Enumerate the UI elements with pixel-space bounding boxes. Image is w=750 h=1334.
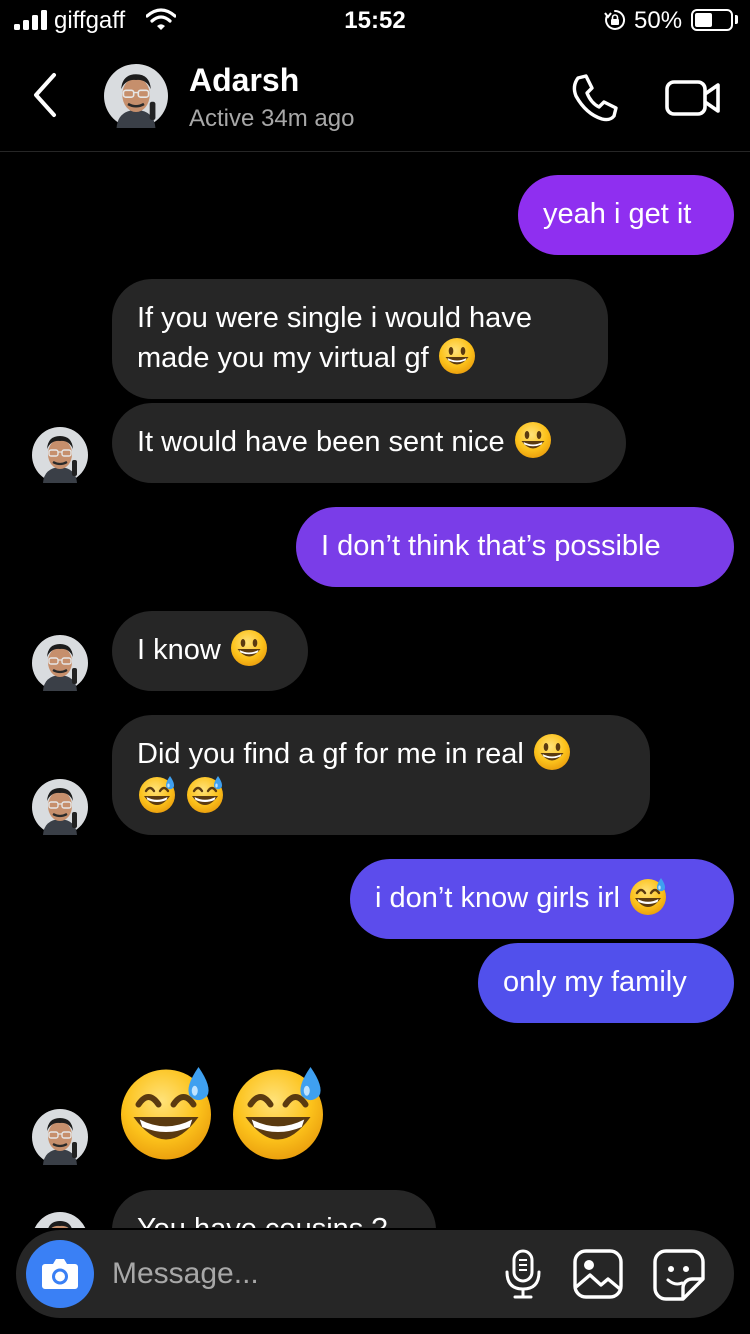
- grinning-face-icon: [513, 420, 553, 460]
- camera-button[interactable]: [26, 1240, 94, 1308]
- received-message[interactable]: It would have been sent nice: [112, 403, 626, 483]
- message-text: yeah i get it: [543, 198, 692, 230]
- message-text: Did you find a gf for me in real: [137, 738, 524, 770]
- message-text: It would have been sent nice: [137, 426, 505, 458]
- avatar[interactable]: [32, 1109, 88, 1165]
- video-camera-icon[interactable]: [664, 70, 722, 126]
- sent-message[interactable]: yeah i get it: [518, 175, 734, 255]
- message-text: I don’t think that’s possible: [321, 530, 661, 562]
- grinning-face-with-sweat-icon: [185, 774, 225, 814]
- message-text: I know: [137, 634, 221, 666]
- microphone-icon[interactable]: [502, 1248, 544, 1300]
- contact-status: Active 34m ago: [189, 105, 355, 132]
- message-text: made you my virtual gf: [137, 342, 429, 374]
- sent-message[interactable]: i don’t know girls irl: [350, 859, 734, 939]
- message-text: If you were single i would have: [137, 302, 532, 334]
- battery-level: [695, 13, 712, 27]
- status-bar: giffgaff 15:52 50%: [0, 0, 750, 40]
- sent-message[interactable]: I don’t think that’s possible: [296, 507, 734, 587]
- grinning-face-with-sweat-icon: [137, 774, 177, 814]
- message-text: only my family: [503, 966, 687, 998]
- received-message[interactable]: If you were single i would have made you…: [112, 279, 608, 399]
- chat-header: Adarsh Active 34m ago: [0, 44, 750, 152]
- rotation-lock-icon: [604, 9, 626, 30]
- battery-nub: [735, 15, 738, 24]
- received-message[interactable]: Did you find a gf for me in real: [112, 715, 650, 835]
- received-message[interactable]: I know: [112, 611, 308, 691]
- message-composer: [16, 1230, 734, 1318]
- avatar[interactable]: [32, 779, 88, 835]
- grinning-face-with-sweat-icon: [628, 876, 668, 916]
- gallery-icon[interactable]: [572, 1248, 624, 1300]
- sticker-icon[interactable]: [652, 1248, 706, 1302]
- grinning-face-with-sweat-icon[interactable]: [228, 1062, 328, 1162]
- message-input[interactable]: [112, 1252, 472, 1296]
- grinning-face-icon: [229, 628, 269, 668]
- avatar[interactable]: [32, 635, 88, 691]
- message-clip: You have cousins ?: [0, 1180, 750, 1228]
- back-chevron-icon[interactable]: [26, 70, 66, 120]
- avatar[interactable]: [104, 64, 168, 128]
- contact-name[interactable]: Adarsh: [189, 62, 299, 99]
- avatar[interactable]: [32, 427, 88, 483]
- battery-icon: [691, 9, 733, 31]
- grinning-face-icon: [532, 732, 572, 772]
- camera-icon: [42, 1259, 78, 1289]
- phone-icon[interactable]: [566, 70, 622, 126]
- battery-percent: 50%: [634, 7, 683, 34]
- grinning-face-with-sweat-icon[interactable]: [116, 1062, 216, 1162]
- message-text: i don’t know girls irl: [375, 882, 620, 914]
- sent-message[interactable]: only my family: [478, 943, 734, 1023]
- received-message[interactable]: You have cousins ?: [112, 1190, 436, 1228]
- avatar[interactable]: [32, 1212, 88, 1228]
- message-text: You have cousins ?: [137, 1213, 387, 1228]
- grinning-face-icon: [437, 336, 477, 376]
